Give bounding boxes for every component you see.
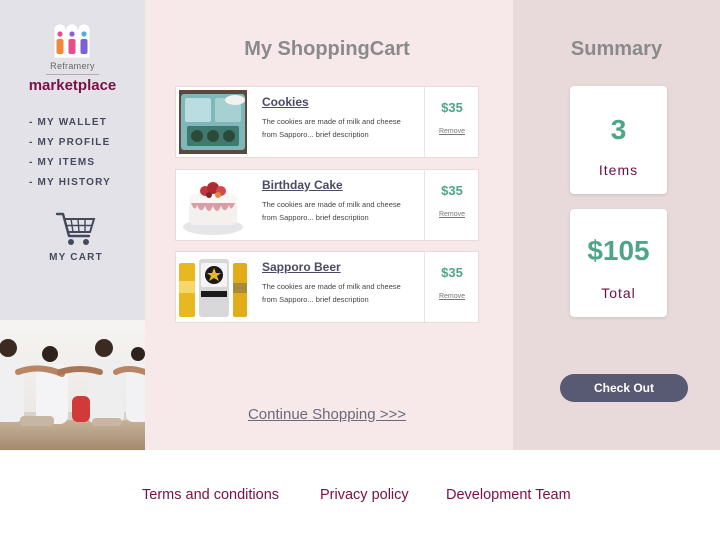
app-root: Reframery marketplace - MY WALLET - MY P… xyxy=(0,0,720,534)
brand-subtitle: Reframery xyxy=(50,61,95,71)
sidebar-item-my-items[interactable]: - MY ITEMS xyxy=(29,156,111,176)
sidebar-item-my-wallet[interactable]: - MY WALLET xyxy=(29,116,111,136)
brand-name: marketplace xyxy=(28,77,117,94)
cart-item-description-line: The cookies are made of milk and cheese xyxy=(262,200,401,209)
item-count-card: 3 Items xyxy=(570,86,667,194)
cart-item-description: The cookies are made of milk and cheese … xyxy=(262,115,424,141)
birthday-cake-product-image xyxy=(179,173,247,237)
sidebar-nav: - MY WALLET - MY PROFILE - MY ITEMS - MY… xyxy=(29,116,111,196)
cart-item-description-line: from Sapporo... brief description xyxy=(262,130,369,139)
shopping-cart-icon xyxy=(55,212,96,245)
total-value: $105 xyxy=(587,235,650,266)
item-divider xyxy=(424,170,425,240)
total-card: $105 Total xyxy=(570,209,667,317)
cart-item-name[interactable]: Birthday Cake xyxy=(262,178,343,192)
item-divider xyxy=(424,87,425,157)
cart-item-price: $35 xyxy=(441,183,463,198)
summary-title: Summary xyxy=(570,38,663,60)
sidebar-item-my-profile[interactable]: - MY PROFILE xyxy=(29,136,111,156)
summary-panel: Summary 3 Items $105 Total Check Out xyxy=(513,0,720,450)
remove-item-button[interactable]: Remove xyxy=(425,211,479,218)
cart-item: Birthday Cake The cookies are made of mi… xyxy=(175,169,479,241)
footer: Terms and conditions Privacy policy Deve… xyxy=(0,450,720,534)
logo-divider xyxy=(46,74,99,75)
cart-item-name[interactable]: Cookies xyxy=(262,95,309,109)
cart-item-price: $35 xyxy=(441,100,463,115)
continue-shopping-link[interactable]: Continue Shopping >>> xyxy=(145,406,509,423)
remove-item-button[interactable]: Remove xyxy=(425,128,479,135)
sidebar-item-my-history[interactable]: - MY HISTORY xyxy=(29,176,111,196)
item-count-value: 3 xyxy=(610,114,627,145)
cart-item-description: The cookies are made of milk and cheese … xyxy=(262,280,424,306)
item-count-label: Items xyxy=(598,162,639,178)
sidebar: Reframery marketplace - MY WALLET - MY P… xyxy=(0,0,145,450)
cart-item-price: $35 xyxy=(441,265,463,280)
footer-link-development-team[interactable]: Development Team xyxy=(446,487,571,503)
footer-link-terms[interactable]: Terms and conditions xyxy=(142,487,279,503)
remove-item-button[interactable]: Remove xyxy=(425,293,479,300)
cart-item-description-line: from Sapporo... brief description xyxy=(262,295,369,304)
cart-item-description-line: The cookies are made of milk and cheese xyxy=(262,282,401,291)
cart-item-description-line: The cookies are made of milk and cheese xyxy=(262,117,401,126)
sidebar-item-my-cart[interactable]: MY CART xyxy=(40,210,112,263)
cart-item-description: The cookies are made of milk and cheese … xyxy=(262,198,424,224)
page-title: My ShoppingCart xyxy=(244,38,410,60)
my-cart-label: MY CART xyxy=(49,252,103,263)
item-divider xyxy=(424,252,425,322)
cart-item-name[interactable]: Sapporo Beer xyxy=(262,260,341,274)
cart-item-description-line: from Sapporo... brief description xyxy=(262,213,369,222)
total-label: Total xyxy=(601,285,636,301)
marketplace-logo-icon xyxy=(53,23,91,59)
friends-on-beach-photo xyxy=(0,320,145,450)
cart-panel: My ShoppingCart Cookies The cookies are … xyxy=(145,0,513,450)
cookies-product-image xyxy=(179,90,247,154)
checkout-button[interactable]: Check Out xyxy=(560,374,688,402)
sapporo-beer-product-image xyxy=(179,255,247,319)
cart-item: Cookies The cookies are made of milk and… xyxy=(175,86,479,158)
footer-link-privacy[interactable]: Privacy policy xyxy=(320,487,409,503)
cart-item: Sapporo Beer The cookies are made of mil… xyxy=(175,251,479,323)
